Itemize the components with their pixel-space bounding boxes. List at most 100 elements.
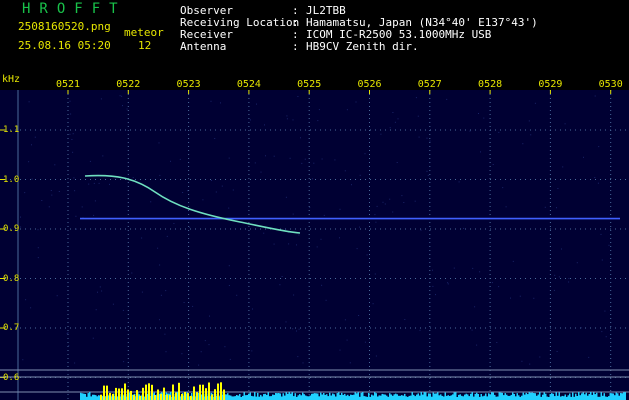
noise-speckle: [81, 206, 83, 208]
noise-speckle: [601, 259, 603, 261]
signal-level-bar: [542, 394, 544, 400]
noise-speckle: [419, 329, 421, 331]
noise-speckle: [394, 121, 396, 123]
noise-speckle: [300, 137, 301, 139]
signal-level-bar: [339, 395, 341, 400]
noise-speckle: [69, 100, 71, 102]
meteor-activity-bar: [160, 393, 162, 400]
signal-level-bar: [392, 395, 394, 400]
signal-level-bar: [539, 392, 541, 400]
noise-speckle: [297, 356, 299, 358]
noise-speckle: [608, 244, 610, 246]
noise-speckle: [375, 221, 377, 223]
noise-speckle: [554, 274, 556, 276]
signal-level-bar: [272, 394, 274, 400]
signal-level-bar: [515, 396, 517, 400]
signal-level-bar: [444, 392, 446, 400]
noise-speckle: [604, 310, 606, 312]
noise-speckle: [557, 188, 559, 189]
noise-speckle: [182, 192, 184, 193]
noise-speckle: [236, 294, 238, 296]
noise-speckle: [198, 364, 200, 366]
meteor-activity-bar: [148, 383, 150, 400]
signal-level-bar: [342, 394, 344, 400]
noise-speckle: [221, 185, 223, 187]
signal-level-bar: [294, 393, 296, 400]
signal-level-bar: [266, 394, 268, 400]
y-tick-label: 1.0: [3, 174, 20, 185]
y-tick-label: 0.9: [3, 224, 20, 234]
signal-level-bar: [572, 392, 574, 400]
noise-speckle: [93, 214, 95, 216]
signal-level-bar: [80, 392, 82, 400]
meteor-activity-bar: [124, 383, 126, 400]
signal-level-bar: [89, 392, 91, 400]
signal-level-bar: [525, 392, 527, 400]
noise-speckle: [72, 133, 74, 135]
signal-level-bar: [90, 396, 92, 400]
noise-speckle: [498, 286, 500, 288]
noise-speckle: [304, 158, 306, 160]
noise-speckle: [447, 283, 449, 285]
signal-level-bar: [267, 392, 269, 400]
noise-speckle: [498, 131, 500, 133]
noise-speckle: [309, 207, 311, 208]
signal-level-bar: [428, 393, 430, 400]
signal-level-bar: [425, 392, 427, 400]
y-tick-label: 0.7: [3, 323, 20, 333]
meteor-activity-bar: [109, 392, 111, 400]
signal-level-bar: [569, 393, 571, 400]
noise-speckle: [346, 109, 348, 111]
signal-level-bar: [386, 395, 388, 400]
noise-speckle: [474, 306, 476, 308]
signal-level-bar: [453, 392, 455, 400]
noise-speckle: [396, 162, 398, 163]
signal-level-bar: [383, 394, 385, 400]
signal-level-bar: [516, 393, 518, 400]
signal-level-bar: [92, 394, 94, 400]
meteor-activity-bar: [163, 387, 165, 400]
signal-level-bar: [245, 395, 247, 400]
signal-level-bar: [306, 396, 308, 400]
noise-speckle: [292, 213, 294, 215]
signal-level-bar: [596, 392, 598, 400]
noise-speckle: [316, 246, 318, 248]
noise-speckle: [298, 328, 300, 330]
noise-speckle: [187, 253, 189, 255]
noise-speckle: [432, 285, 434, 287]
noise-speckle: [561, 248, 562, 250]
signal-level-bar: [468, 396, 470, 400]
signal-level-bar: [315, 393, 317, 400]
signal-level-bar: [498, 392, 500, 400]
signal-level-bar: [242, 395, 244, 400]
signal-level-bar: [561, 395, 563, 400]
signal-level-bar: [426, 396, 428, 400]
meteor-activity-bar: [106, 385, 108, 400]
signal-level-bar: [317, 393, 319, 400]
noise-speckle: [539, 356, 541, 358]
meteor-activity-bar: [193, 386, 195, 400]
signal-level-bar: [585, 392, 587, 400]
noise-speckle: [209, 315, 210, 317]
noise-speckle: [583, 156, 584, 158]
noise-speckle: [74, 190, 76, 192]
signal-level-bar: [95, 395, 97, 400]
noise-speckle: [286, 118, 288, 120]
noise-speckle: [181, 353, 183, 355]
noise-speckle: [374, 214, 376, 216]
signal-level-bar: [624, 392, 626, 400]
signal-level-bar: [459, 394, 461, 400]
meteor-activity-bar: [145, 384, 147, 400]
signal-level-bar: [372, 395, 374, 400]
noise-speckle: [251, 350, 253, 352]
signal-level-bar: [537, 394, 539, 400]
meteor-activity-bar: [130, 390, 132, 400]
noise-speckle: [496, 342, 498, 343]
signal-level-bar: [281, 396, 283, 400]
signal-level-bar: [279, 393, 281, 400]
signal-level-bar: [402, 395, 404, 400]
signal-level-bar: [473, 396, 475, 400]
noise-speckle: [254, 162, 256, 164]
signal-level-bar: [521, 395, 523, 400]
signal-level-bar: [504, 393, 506, 400]
